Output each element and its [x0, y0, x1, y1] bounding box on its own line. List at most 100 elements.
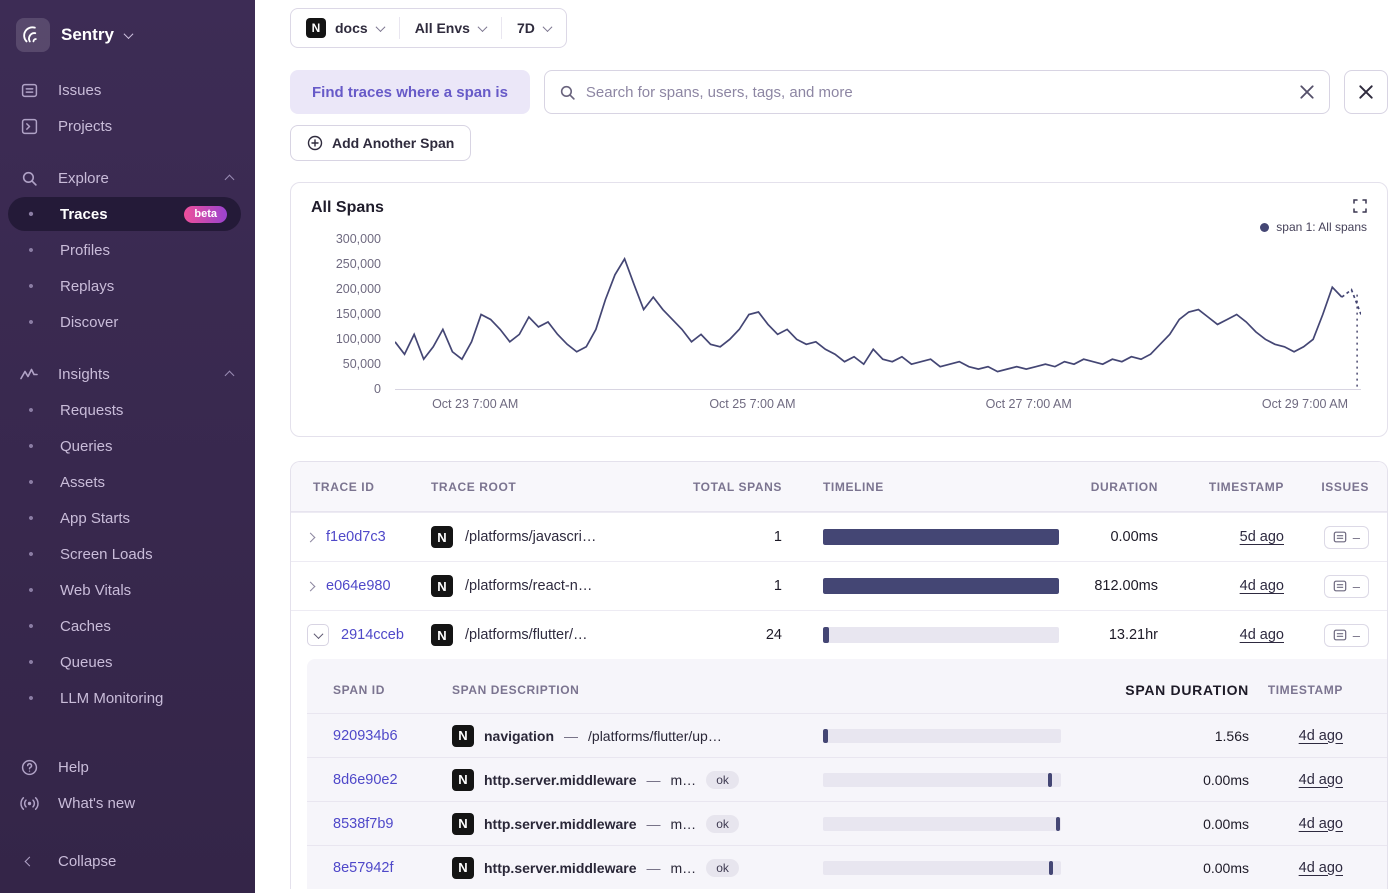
sentry-logo-icon	[16, 18, 50, 52]
sidebar-item-web-vitals[interactable]: • Web Vitals	[8, 573, 241, 607]
span-duration-cell: 0.00ms	[1072, 816, 1257, 832]
insights-icon	[18, 368, 40, 381]
span-timestamp-cell: 4d ago	[1257, 771, 1387, 789]
duration-cell: 0.00ms	[1071, 529, 1186, 545]
col-issues: ISSUES	[1321, 479, 1369, 494]
chart-title: All Spans	[311, 199, 384, 216]
collapse-row-toggle[interactable]	[307, 624, 329, 646]
sidebar-item-caches[interactable]: • Caches	[8, 609, 241, 643]
span-op: http.server.middleware	[484, 815, 637, 832]
issues-button[interactable]: –	[1323, 525, 1369, 549]
trace-id-link[interactable]: e064e980	[326, 578, 391, 594]
spans-chart-panel: All Spans span 1: All spans 300,000 250,0…	[290, 182, 1388, 437]
span-id-link[interactable]: 8e57942f	[333, 860, 393, 876]
sidebar-item-replays[interactable]: • Replays	[8, 269, 241, 303]
chevron-left-icon	[24, 856, 34, 866]
chevron-right-icon[interactable]	[305, 581, 316, 591]
issues-cell: –	[1306, 574, 1387, 598]
sidebar-item-requests[interactable]: • Requests	[8, 393, 241, 427]
chevron-up-icon[interactable]	[224, 366, 235, 383]
close-button[interactable]	[1344, 70, 1388, 114]
timestamp-link[interactable]: 4d ago	[1299, 860, 1343, 876]
sidebar-item-label: Caches	[60, 617, 111, 635]
trace-id-link[interactable]: 2914cceb	[341, 627, 404, 643]
span-row[interactable]: 8d6e90e2 Nhttp.server.middleware — m… ok 0.00…	[307, 757, 1387, 801]
span-timestamp-cell: 4d ago	[1257, 727, 1387, 745]
add-span-label: Add Another Span	[332, 135, 455, 151]
sidebar-item-discover[interactable]: • Discover	[8, 305, 241, 339]
chevron-right-icon[interactable]	[305, 532, 316, 542]
duration-value: 13.21hr	[1108, 627, 1158, 643]
issues-button[interactable]: –	[1323, 623, 1369, 647]
beta-badge: beta	[184, 205, 227, 223]
sidebar-item-projects[interactable]: Projects	[0, 108, 255, 144]
sidebar-item-llm-monitoring[interactable]: • LLM Monitoring	[8, 681, 241, 715]
project-selector[interactable]: N docs	[291, 9, 399, 47]
add-another-span-button[interactable]: Add Another Span	[290, 125, 472, 161]
sidebar-item-label: Queries	[60, 437, 113, 455]
y-tick-label: 200,000	[335, 282, 381, 296]
timestamp-link[interactable]: 4d ago	[1299, 816, 1343, 832]
span-row[interactable]: 8538f7b9 Nhttp.server.middleware — m… ok 0.00…	[307, 801, 1387, 845]
org-switcher[interactable]: Sentry	[0, 14, 255, 72]
span-row[interactable]: 8e57942f Nhttp.server.middleware — m… ok 0.00…	[307, 845, 1387, 889]
sidebar-item-queues[interactable]: • Queues	[8, 645, 241, 679]
span-description-text: m…	[670, 771, 697, 788]
spans-line-chart: 300,000 250,000 200,000 150,000 100,000 50,00…	[311, 232, 1367, 425]
sidebar-item-assets[interactable]: • Assets	[8, 465, 241, 499]
chevron-up-icon[interactable]	[224, 170, 235, 187]
status-badge: ok	[706, 770, 739, 789]
issues-button[interactable]: –	[1323, 574, 1369, 598]
span-timestamp-cell: 4d ago	[1257, 859, 1387, 877]
span-duration-cell: 1.56s	[1072, 728, 1257, 744]
y-tick-label: 250,000	[335, 257, 381, 271]
span-id-link[interactable]: 8d6e90e2	[333, 772, 398, 788]
search-input[interactable]	[585, 83, 1289, 101]
sidebar-item-traces[interactable]: • Traces beta	[8, 197, 241, 231]
sidebar-item-help[interactable]: Help	[0, 749, 255, 785]
sidebar: Sentry Issues Projects Explore • Traces beta •…	[0, 0, 255, 893]
timestamp-link[interactable]: 5d ago	[1240, 529, 1284, 545]
timestamp-link[interactable]: 4d ago	[1299, 728, 1343, 744]
timeline-bar	[1056, 816, 1061, 831]
span-row[interactable]: 920934b6 Nnavigation — /platforms/flutter/u…	[307, 713, 1387, 757]
environment-selector[interactable]: All Envs	[400, 9, 501, 47]
span-description-cell: Nhttp.server.middleware — m… ok	[452, 812, 822, 835]
trace-root-cell: N/platforms/flutter/…	[431, 624, 681, 646]
sidebar-item-explore[interactable]: Explore	[0, 160, 255, 196]
duration-cell: 812.00ms	[1071, 578, 1186, 594]
bullet-icon: •	[28, 205, 34, 223]
timestamp-link[interactable]: 4d ago	[1299, 772, 1343, 788]
table-row[interactable]: f1e0d7c3 N/platforms/javascri… 1 0.00ms 5d a…	[291, 512, 1387, 561]
span-id-link[interactable]: 8538f7b9	[333, 816, 393, 832]
chart-header: All Spans span 1: All spans	[311, 199, 1367, 234]
timestamp-link[interactable]: 4d ago	[1240, 627, 1284, 643]
span-id-link[interactable]: 920934b6	[333, 728, 398, 744]
trace-table: TRACE ID TRACE ROOT TOTAL SPANS TIMELINE…	[290, 461, 1388, 889]
chevron-down-icon	[313, 628, 323, 639]
chart-legend[interactable]: span 1: All spans	[1260, 220, 1367, 234]
sidebar-item-app-starts[interactable]: • App Starts	[8, 501, 241, 535]
timeline-cell	[786, 627, 1071, 643]
table-row[interactable]: e064e980 N/platforms/react-n… 1 812.00ms 4d …	[291, 561, 1387, 610]
sidebar-item-profiles[interactable]: • Profiles	[8, 233, 241, 267]
expand-chart-icon[interactable]	[1353, 199, 1367, 213]
sidebar-item-collapse[interactable]: Collapse	[0, 843, 255, 879]
date-range-selector[interactable]: 7D	[502, 9, 566, 47]
sidebar-item-queries[interactable]: • Queries	[8, 429, 241, 463]
table-row[interactable]: 2914cceb N/platforms/flutter/… 24 13.21hr 4d…	[291, 610, 1387, 659]
sidebar-item-what-s-new[interactable]: What's new	[0, 785, 255, 821]
sidebar-item-screen-loads[interactable]: • Screen Loads	[8, 537, 241, 571]
timestamp-link[interactable]: 4d ago	[1240, 578, 1284, 594]
trace-id-link[interactable]: f1e0d7c3	[326, 529, 386, 545]
col-span-duration: SPAN DURATION	[1125, 682, 1249, 698]
bullet-icon: •	[28, 581, 34, 599]
span-description-text: m…	[670, 859, 697, 876]
sidebar-item-issues[interactable]: Issues	[0, 72, 255, 108]
clear-search-icon[interactable]	[1299, 84, 1315, 100]
span-duration-value: 0.00ms	[1203, 859, 1249, 876]
span-id-cell: 8e57942f	[307, 859, 452, 877]
y-tick-label: 0	[374, 382, 381, 396]
sidebar-item-insights[interactable]: Insights	[0, 356, 255, 392]
chevron-up-icon	[224, 174, 235, 184]
